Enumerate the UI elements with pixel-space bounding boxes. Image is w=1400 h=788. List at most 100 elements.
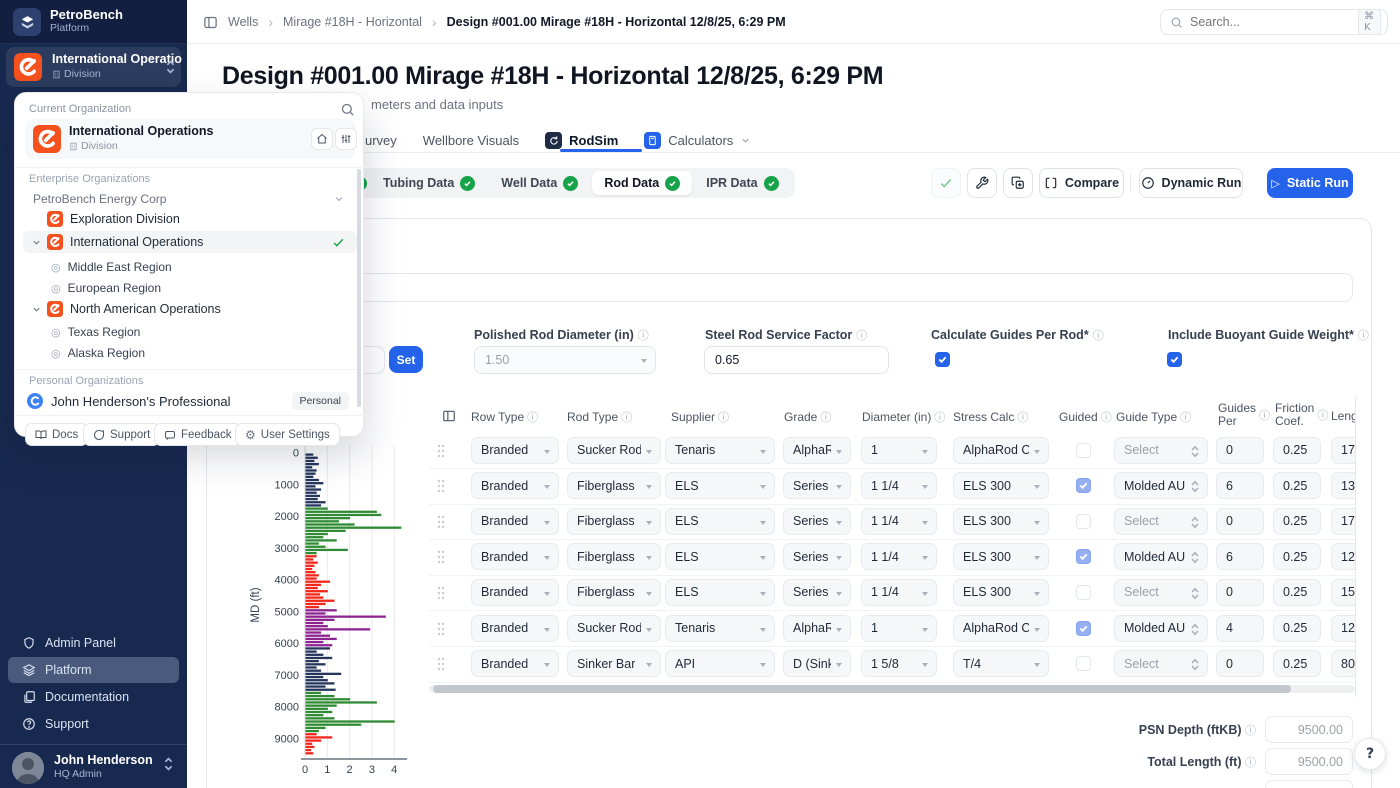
friction-input[interactable]: 0.25 — [1273, 436, 1321, 464]
total-length-input[interactable]: 9500.00 — [1265, 748, 1353, 775]
guides_per-input[interactable]: 4 — [1216, 614, 1264, 642]
chevron-down-icon[interactable] — [333, 193, 345, 205]
row_type-select[interactable]: Branded — [471, 436, 559, 464]
rod_type-select[interactable]: Fiberglass — [567, 578, 661, 606]
friction-input[interactable]: 0.25 — [1273, 614, 1321, 642]
breadcrumb-well[interactable]: Mirage #18H - Horizontal — [283, 15, 422, 29]
row_type-select[interactable]: Branded — [471, 614, 559, 642]
diameter-select[interactable]: 1 1/4 — [861, 578, 937, 606]
drag-handle-icon[interactable] — [437, 550, 445, 564]
column-header-guide_type[interactable]: Guide Type ⓘ — [1116, 409, 1191, 425]
drag-handle-icon[interactable] — [437, 622, 445, 636]
stress_calc-select[interactable]: AlphaRod CS — [953, 614, 1049, 642]
data-tab-tubing-data[interactable]: Tubing Data — [371, 171, 487, 195]
sliders-button[interactable] — [335, 128, 357, 150]
help-button[interactable]: ? — [1354, 738, 1386, 770]
row_type-select[interactable]: Branded — [471, 650, 559, 678]
row_type-select[interactable]: Branded — [471, 578, 559, 606]
diameter-select[interactable]: 1 5/8 — [861, 650, 937, 678]
length-input[interactable]: 80 — [1331, 650, 1355, 678]
column-header-rod_type[interactable]: Rod Type ⓘ — [567, 409, 632, 425]
polished-rod-select[interactable]: 1.50 — [474, 346, 656, 374]
org-tree-item[interactable]: International Operations — [23, 231, 357, 253]
guide_type-stepper[interactable]: Select — [1114, 578, 1208, 606]
drag-handle-icon[interactable] — [437, 444, 445, 458]
clipped-summary-input[interactable] — [1265, 780, 1353, 788]
row_type-select[interactable]: Branded — [471, 507, 559, 535]
length-input[interactable]: 150 — [1331, 578, 1355, 606]
rod_type-select[interactable]: Sinker Bar — [567, 650, 661, 678]
diameter-select[interactable]: 1 — [861, 614, 937, 642]
grade-select[interactable]: D (Sinke — [783, 650, 851, 678]
guided-checkbox[interactable] — [1076, 656, 1091, 672]
calc-guides-checkbox[interactable] — [935, 352, 950, 367]
supplier-select[interactable]: Tenaris — [665, 436, 775, 464]
drag-handle-icon[interactable] — [437, 515, 445, 529]
rod_type-select[interactable]: Fiberglass — [567, 507, 661, 535]
popover-user-settings-button[interactable]: ⚙ User Settings — [235, 423, 340, 446]
service-factor-input[interactable]: 0.65 — [704, 346, 889, 374]
rod_type-select[interactable]: Fiberglass — [567, 472, 661, 500]
current-org-row[interactable]: International Operations Division — [25, 119, 357, 159]
friction-input[interactable]: 0.25 — [1273, 578, 1321, 606]
column-header-guides_per[interactable]: Guides Per ⓘ — [1218, 402, 1270, 428]
grade-select[interactable]: Series 3 — [783, 578, 851, 606]
personal-org-row[interactable]: John Henderson's Professional Personal — [23, 390, 357, 412]
guided-checkbox[interactable] — [1076, 478, 1091, 494]
length-input[interactable]: 135 — [1331, 472, 1355, 500]
row_type-select[interactable]: Branded — [471, 472, 559, 500]
stress_calc-select[interactable]: AlphaRod CS — [953, 436, 1049, 464]
friction-input[interactable]: 0.25 — [1273, 507, 1321, 535]
search-icon[interactable] — [340, 102, 355, 117]
length-input[interactable]: 170 — [1331, 436, 1355, 464]
row_type-select[interactable]: Branded — [471, 543, 559, 571]
guide_type-stepper[interactable]: Molded AU — [1114, 543, 1208, 571]
home-button[interactable] — [311, 128, 333, 150]
enterprise-parent[interactable]: PetroBench Energy Corp — [33, 192, 166, 206]
static-run-button[interactable]: ▷ Static Run — [1267, 168, 1353, 198]
wrench-button[interactable] — [967, 168, 997, 198]
column-header-length[interactable]: Leng — [1331, 409, 1355, 423]
supplier-select[interactable]: ELS — [665, 472, 775, 500]
guided-checkbox[interactable] — [1076, 620, 1091, 636]
column-header-stress_calc[interactable]: Stress Calc ⓘ — [953, 409, 1028, 425]
grade-select[interactable]: Series 3 — [783, 507, 851, 535]
column-header-friction[interactable]: Friction Coef. ⓘ — [1275, 402, 1328, 428]
region-tree-item[interactable]: ◎ Texas Region — [23, 321, 357, 343]
grade-select[interactable]: AlphaRo — [783, 614, 851, 642]
validated-button[interactable] — [931, 168, 961, 198]
rod_type-select[interactable]: Sucker Rod — [567, 614, 661, 642]
guide_type-stepper[interactable]: Select — [1114, 507, 1208, 535]
region-tree-item[interactable]: ◎ Alaska Region — [23, 342, 357, 364]
tab-urvey[interactable]: urvey — [365, 133, 397, 148]
region-tree-item[interactable]: ◎ Middle East Region — [23, 256, 357, 278]
breadcrumb-wells[interactable]: Wells — [228, 15, 258, 29]
diameter-select[interactable]: 1 1/4 — [861, 472, 937, 500]
org-tree-item[interactable]: Exploration Division — [23, 208, 357, 230]
length-input[interactable]: 125 — [1331, 543, 1355, 571]
stress_calc-select[interactable]: ELS 300 — [953, 578, 1049, 606]
length-input[interactable]: 170 — [1331, 507, 1355, 535]
rodstring-description-input[interactable] — [231, 273, 1353, 302]
guides_per-input[interactable]: 0 — [1216, 507, 1264, 535]
hscroll-thumb[interactable] — [433, 685, 1291, 693]
guided-checkbox[interactable] — [1076, 584, 1091, 600]
drag-handle-icon[interactable] — [437, 586, 445, 600]
stress_calc-select[interactable]: T/4 — [953, 650, 1049, 678]
compare-button[interactable]: Compare — [1039, 168, 1124, 198]
data-tab-ipr-data[interactable]: IPR Data — [694, 171, 790, 195]
data-tab-well-data[interactable]: Well Data — [489, 171, 590, 195]
tab-calculators[interactable]: Calculators — [644, 132, 751, 149]
column-header-diameter[interactable]: Diameter (in) ⓘ — [862, 409, 945, 425]
rod_type-select[interactable]: Fiberglass — [567, 543, 661, 571]
grade-select[interactable]: Series 3 — [783, 543, 851, 571]
supplier-select[interactable]: Tenaris — [665, 614, 775, 642]
guided-checkbox[interactable] — [1076, 442, 1091, 458]
guide_type-stepper[interactable]: Select — [1114, 436, 1208, 464]
sidebar-item-admin-panel[interactable]: Admin Panel — [8, 630, 179, 656]
panel-left-icon[interactable] — [203, 15, 218, 30]
search-input[interactable] — [1190, 15, 1351, 29]
column-header-guided[interactable]: Guided ⓘ — [1059, 409, 1112, 425]
chevron-down-icon[interactable] — [31, 237, 42, 248]
psn-depth-input[interactable]: 9500.00 — [1265, 716, 1353, 743]
